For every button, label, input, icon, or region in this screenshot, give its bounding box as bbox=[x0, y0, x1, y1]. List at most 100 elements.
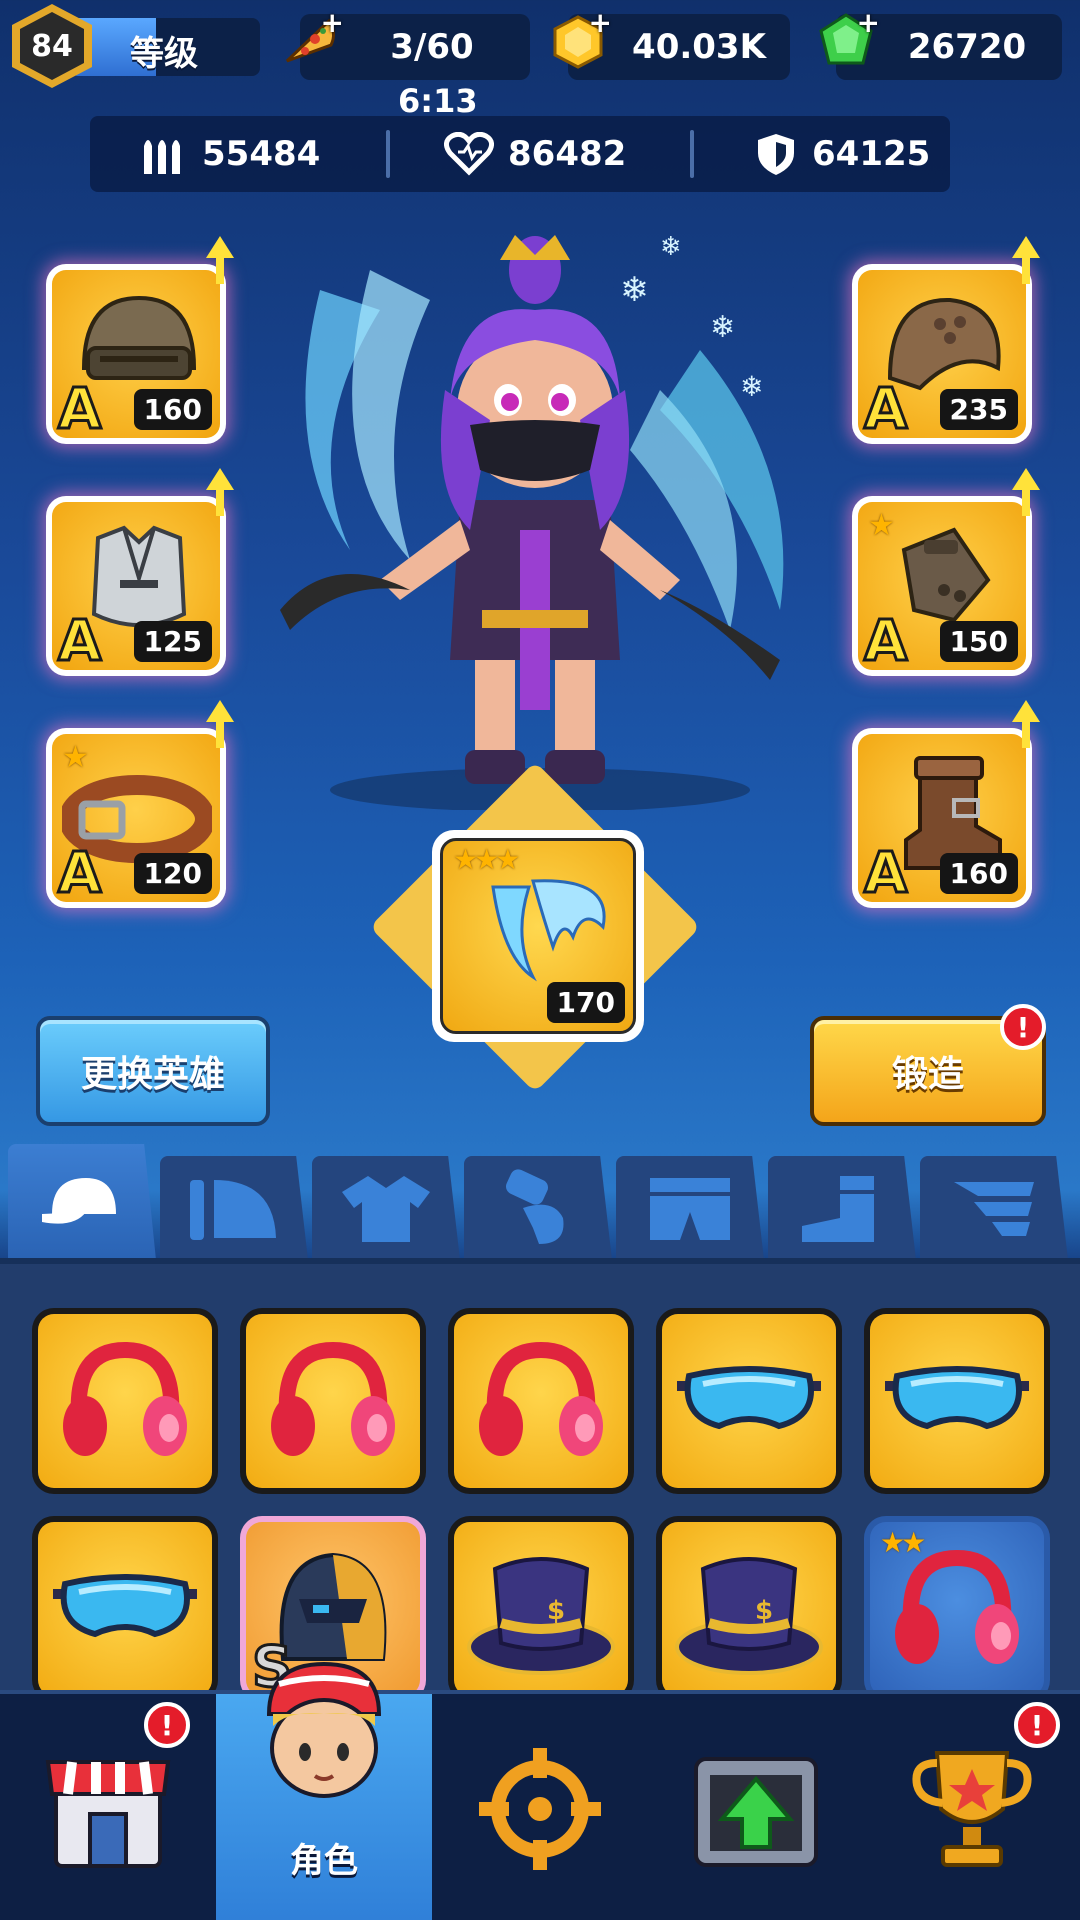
pizza-icon[interactable]: + bbox=[272, 4, 348, 80]
nav-trophy[interactable]: ! bbox=[864, 1694, 1080, 1920]
stat-divider bbox=[386, 130, 390, 178]
add-gem-icon[interactable]: + bbox=[857, 6, 880, 39]
snowflake-icon: ❄ bbox=[740, 370, 764, 403]
nav-shop[interactable]: ! bbox=[0, 1694, 216, 1920]
two-stars-icon: ★★ bbox=[880, 1526, 926, 1559]
goggles-icon bbox=[885, 1366, 1029, 1430]
inventory-item-goggles[interactable] bbox=[864, 1308, 1050, 1494]
equip-slot-boots[interactable]: A 160 bbox=[852, 700, 1040, 908]
gold-coin-icon[interactable]: + bbox=[540, 4, 616, 80]
tab-shoulder[interactable] bbox=[160, 1156, 308, 1260]
tab-glove[interactable] bbox=[464, 1156, 612, 1260]
attack-stat: 55484 bbox=[140, 116, 320, 192]
equip-slot-wings[interactable]: ★★★ 170 bbox=[432, 830, 644, 1042]
wing-tab-icon bbox=[954, 1182, 1034, 1236]
inventory-item-headphones[interactable] bbox=[32, 1308, 218, 1494]
bullets-icon bbox=[144, 140, 180, 174]
add-energy-icon[interactable]: + bbox=[321, 6, 344, 39]
inventory-grid: S $ $ ★★ bbox=[0, 1258, 1080, 1702]
grade-label: A bbox=[56, 376, 102, 439]
shop-alert-badge: ! bbox=[144, 1702, 190, 1748]
snowflake-icon: ❄ bbox=[660, 232, 682, 262]
power-value: 235 bbox=[939, 389, 1018, 430]
stat-divider bbox=[690, 130, 694, 178]
equip-slot-belt[interactable]: ★ A 120 bbox=[46, 700, 234, 908]
level-bar: 等级 bbox=[70, 18, 260, 76]
trophy-icon bbox=[912, 1751, 1032, 1867]
energy-timer: 6:13 bbox=[398, 82, 478, 120]
glove-icon bbox=[506, 1169, 564, 1244]
change-hero-button[interactable]: 更换英雄 bbox=[36, 1016, 270, 1126]
level-number: 84 bbox=[20, 12, 84, 80]
tab-boots[interactable] bbox=[768, 1156, 916, 1260]
headphones-icon bbox=[63, 1341, 187, 1456]
svg-text:$: $ bbox=[755, 1596, 773, 1626]
top-hat-icon: $ bbox=[467, 1557, 615, 1675]
goggles-icon bbox=[53, 1574, 197, 1638]
inventory-item-top-hat[interactable]: $ bbox=[656, 1516, 842, 1702]
power-value: 160 bbox=[939, 853, 1018, 894]
upgrade-arrow-icon bbox=[1012, 236, 1040, 284]
tab-cap[interactable] bbox=[8, 1144, 156, 1260]
crosshair-icon bbox=[479, 1748, 601, 1870]
equip-slot-gauntlet[interactable]: ★ A 150 bbox=[852, 468, 1040, 676]
inventory-item-headphones[interactable] bbox=[240, 1308, 426, 1494]
grade-label: A bbox=[862, 376, 908, 439]
shop-icon bbox=[45, 1760, 171, 1868]
snowflake-icon: ❄ bbox=[620, 270, 649, 310]
inventory-item-goggles[interactable] bbox=[656, 1308, 842, 1494]
upgrade-arrow-icon bbox=[206, 468, 234, 516]
power-value: 125 bbox=[133, 621, 212, 662]
shirt-icon bbox=[342, 1176, 430, 1242]
equip-slot-chest[interactable]: A 125 bbox=[46, 468, 234, 676]
inventory-item-goggles[interactable] bbox=[32, 1516, 218, 1702]
hero-stats-bar: 55484 86482 64125 bbox=[90, 116, 950, 192]
power-value: 160 bbox=[133, 389, 212, 430]
equip-slot-shoulder[interactable]: A 235 bbox=[852, 236, 1040, 444]
upgrade-arrow-icon bbox=[1012, 468, 1040, 516]
level-label: 等级 bbox=[130, 34, 198, 74]
cap-icon bbox=[42, 1178, 116, 1224]
add-gold-icon[interactable]: + bbox=[589, 6, 612, 39]
top-hat-icon: $ bbox=[675, 1557, 823, 1675]
grade-label: A bbox=[862, 840, 908, 903]
inventory-item-headphones[interactable] bbox=[448, 1308, 634, 1494]
gem-value: 26720 bbox=[907, 27, 1027, 67]
star-icon: ★ bbox=[868, 508, 895, 543]
power-value: 120 bbox=[133, 853, 212, 894]
inventory-item-headphones-rare[interactable]: ★★ bbox=[864, 1516, 1050, 1702]
defense-stat: 64125 bbox=[754, 116, 930, 192]
snowflake-icon: ❄ bbox=[710, 310, 736, 345]
attack-value: 55484 bbox=[202, 134, 321, 174]
shoulder-tab-icon bbox=[190, 1180, 276, 1240]
headphones-icon bbox=[479, 1341, 603, 1456]
tab-pants[interactable] bbox=[616, 1156, 764, 1260]
tab-shirt[interactable] bbox=[312, 1156, 460, 1260]
forge-alert-badge: ! bbox=[1000, 1004, 1046, 1050]
bottom-navigation: ! 角色 ! bbox=[0, 1661, 1080, 1920]
power-value: 170 bbox=[546, 982, 625, 1023]
ice-wings-icon bbox=[491, 879, 606, 982]
health-stat: 86482 bbox=[444, 116, 626, 192]
inventory-item-top-hat[interactable]: $ bbox=[448, 1516, 634, 1702]
heart-icon bbox=[444, 132, 494, 176]
grade-label: A bbox=[862, 608, 908, 671]
nav-character[interactable]: 角色 bbox=[216, 1661, 432, 1920]
equip-slot-helmet[interactable]: A 160 bbox=[46, 236, 234, 444]
shield-icon bbox=[758, 134, 794, 175]
pants-icon bbox=[650, 1178, 730, 1240]
upgrade-arrow-icon bbox=[206, 236, 234, 284]
tab-wings[interactable] bbox=[920, 1156, 1068, 1260]
svg-text:$: $ bbox=[547, 1596, 565, 1626]
headphones-icon bbox=[271, 1341, 395, 1456]
nav-character-label: 角色 bbox=[290, 1841, 358, 1881]
hero-character[interactable]: ❄ ❄ ❄ ❄ bbox=[260, 230, 820, 812]
trophy-alert-badge: ! bbox=[1014, 1702, 1060, 1748]
nav-upgrade[interactable] bbox=[648, 1694, 864, 1920]
nav-battle[interactable] bbox=[432, 1694, 648, 1920]
upgrade-arrow-icon bbox=[1012, 700, 1040, 748]
health-value: 86482 bbox=[508, 134, 627, 174]
goggles-icon bbox=[677, 1366, 821, 1430]
upgrade-icon bbox=[694, 1757, 818, 1867]
green-gem-icon[interactable]: + bbox=[808, 4, 884, 80]
